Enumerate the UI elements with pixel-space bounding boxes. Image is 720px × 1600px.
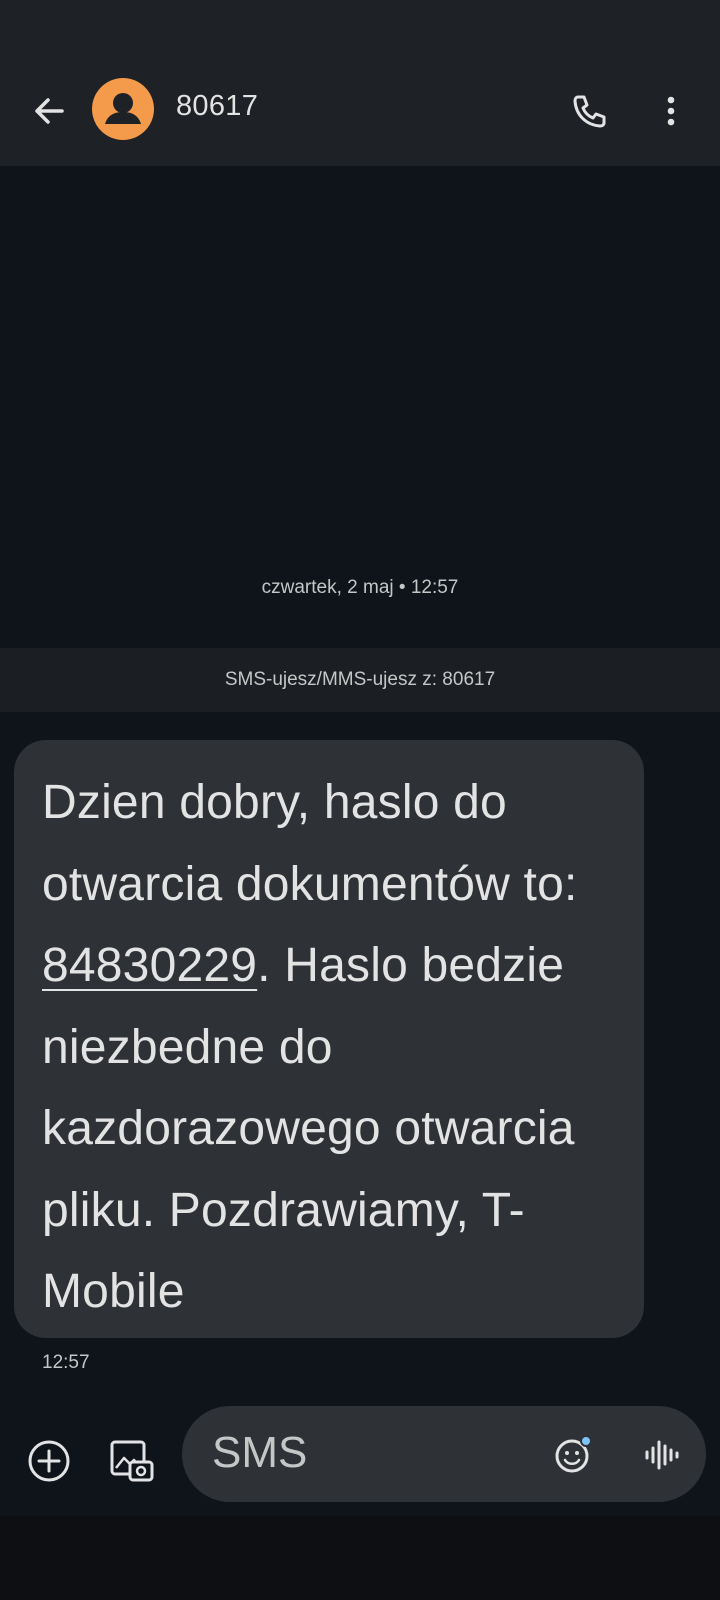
app-bar: 80617	[0, 60, 720, 166]
password-link[interactable]: 84830229	[42, 939, 257, 992]
emoji-icon[interactable]	[550, 1432, 596, 1478]
message-text-before: Dzien dobry, haslo do otwarcia dokumentó…	[42, 776, 578, 911]
voice-wave-icon[interactable]	[638, 1432, 684, 1478]
sender-info-banner: SMS-ujesz/MMS-ujesz z: 80617	[0, 648, 720, 712]
phone-icon[interactable]	[566, 88, 612, 134]
incoming-message-bubble[interactable]: Dzien dobry, haslo do otwarcia dokumentó…	[14, 740, 644, 1338]
add-circle-icon[interactable]	[24, 1436, 74, 1486]
composer-bar: SMS	[0, 1406, 720, 1516]
status-bar	[0, 0, 720, 60]
message-thread[interactable]: czwartek, 2 maj • 12:57 SMS-ujesz/MMS-uj…	[0, 166, 720, 1406]
contact-avatar[interactable]	[92, 78, 154, 140]
gallery-icon[interactable]	[106, 1436, 156, 1486]
message-text: Dzien dobry, haslo do otwarcia dokumentó…	[42, 762, 616, 1333]
message-input-placeholder: SMS	[212, 1428, 308, 1477]
person-icon	[105, 93, 141, 124]
back-arrow-icon[interactable]	[26, 88, 72, 134]
message-text-after: . Haslo bedzie niezbedne do kazdorazoweg…	[42, 939, 575, 1318]
date-separator: czwartek, 2 maj • 12:57	[261, 577, 459, 598]
message-timestamp: 12:57	[42, 1352, 90, 1373]
system-nav-bar	[0, 1516, 720, 1600]
message-input[interactable]: SMS	[182, 1406, 706, 1502]
more-vert-icon[interactable]	[648, 88, 694, 134]
contact-name[interactable]: 80617	[176, 90, 258, 123]
